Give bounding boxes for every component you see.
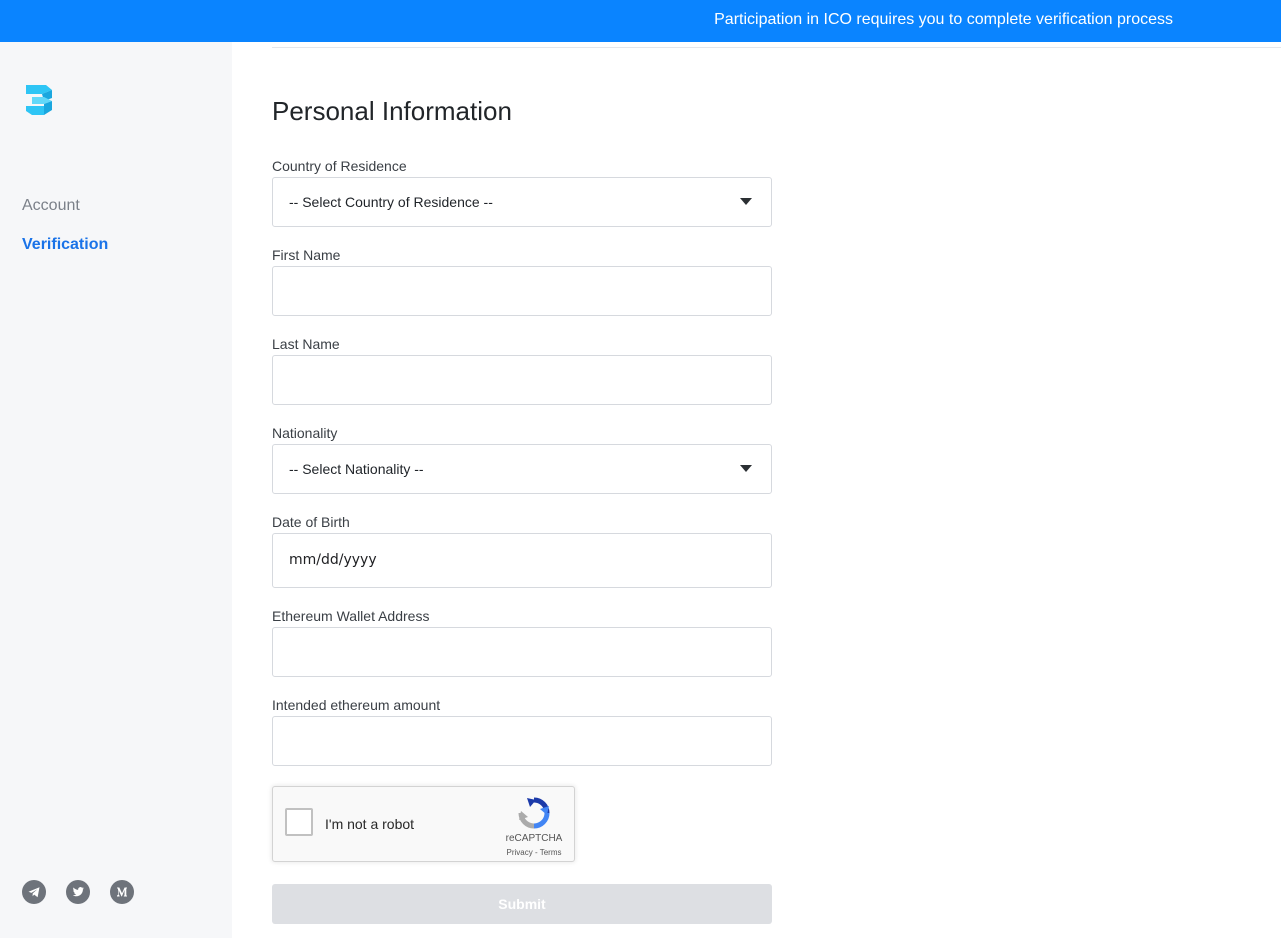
banner-message: Participation in ICO requires you to com…	[714, 11, 1173, 28]
first-name-label: First Name	[272, 247, 341, 263]
verification-banner: Participation in ICO requires you to com…	[0, 0, 1281, 42]
twitter-icon[interactable]	[66, 880, 90, 904]
recaptcha-logo-icon	[517, 796, 551, 830]
recaptcha-label: I'm not a robot	[325, 816, 415, 832]
telegram-icon[interactable]	[22, 880, 46, 904]
dob-value: mm/dd/yyyy	[289, 552, 377, 568]
amount-label: Intended ethereum amount	[272, 697, 441, 713]
medium-icon[interactable]	[110, 880, 134, 904]
country-label: Country of Residence	[272, 158, 407, 174]
page-title: Personal Information	[272, 96, 512, 126]
last-name-label: Last Name	[272, 336, 340, 352]
sidebar-item-account[interactable]: Account	[22, 196, 80, 216]
dob-label: Date of Birth	[272, 514, 350, 530]
submit-button[interactable]: Submit	[272, 884, 772, 924]
eth-amount-input[interactable]	[272, 716, 772, 766]
nationality-label: Nationality	[272, 425, 338, 441]
country-select[interactable]: -- Select Country of Residence --	[272, 177, 772, 227]
recaptcha-privacy-terms-link[interactable]: Privacy - Terms	[499, 848, 569, 858]
main-content: Personal Information Country of Residenc…	[232, 42, 1281, 938]
nationality-select-value: -- Select Nationality --	[289, 461, 424, 477]
sidebar: Account Verification	[0, 42, 232, 938]
recaptcha-widget: I'm not a robot reCAPTCHA Privacy - Term…	[272, 786, 575, 862]
wallet-address-input[interactable]	[272, 627, 772, 677]
last-name-input[interactable]	[272, 355, 772, 405]
first-name-input[interactable]	[272, 266, 772, 316]
dob-input[interactable]: mm/dd/yyyy	[272, 533, 772, 588]
divider	[272, 47, 1281, 48]
recaptcha-brand: reCAPTCHA	[505, 833, 563, 844]
chevron-down-icon	[740, 198, 752, 205]
chevron-down-icon	[740, 465, 752, 472]
sidebar-item-verification[interactable]: Verification	[22, 235, 108, 255]
brand-logo-icon[interactable]	[24, 82, 56, 118]
recaptcha-checkbox[interactable]	[285, 808, 313, 836]
country-select-value: -- Select Country of Residence --	[289, 194, 493, 210]
wallet-label: Ethereum Wallet Address	[272, 608, 430, 624]
nationality-select[interactable]: -- Select Nationality --	[272, 444, 772, 494]
